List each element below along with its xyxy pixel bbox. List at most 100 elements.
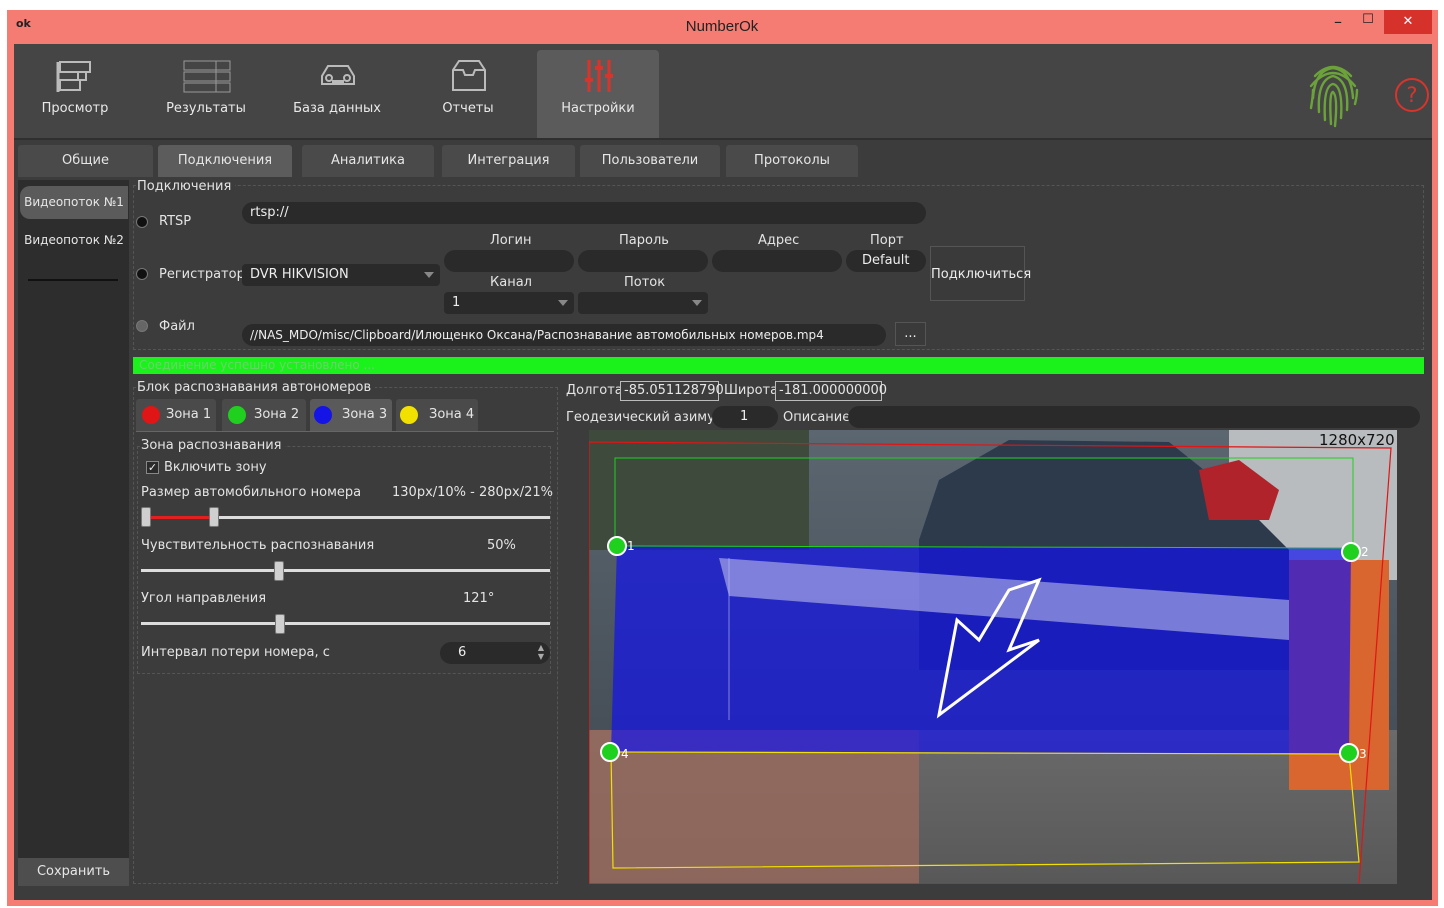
stream-label: Поток [624,275,666,290]
zone-2-color-icon [228,406,246,424]
plate-size-range-fill [146,516,214,519]
port-input[interactable]: Default [846,250,926,272]
zone-tab-4[interactable]: Зона 4 [396,399,478,431]
password-input[interactable] [578,250,708,272]
zone-tab-label: Зона 1 [166,407,212,422]
settings-sliders-icon [585,60,613,92]
minimize-button[interactable]: – [1326,12,1350,34]
video-resolution-label: 1280x720 [1319,431,1395,449]
channel-select[interactable]: 1 [444,292,574,314]
file-path-input[interactable]: //NAS_MDO/misc/Clipboard/Илющенко Оксана… [242,324,886,346]
file-radio[interactable] [136,320,148,332]
zone-point-4-label: 4 [621,747,629,761]
spin-down-icon[interactable]: ▼ [538,653,544,661]
zone-tab-1[interactable]: Зона 1 [136,399,216,431]
direction-handle[interactable] [275,614,285,634]
fingerprint-icon [1309,65,1359,128]
enable-zone-label: Включить зону [164,460,267,475]
reports-box-icon [452,60,486,91]
zone-tab-label: Зона 4 [429,407,475,422]
zone-point-3[interactable] [1339,743,1359,763]
toolbar-settings-label: Настройки [561,101,635,116]
toolbar-results-label: Результаты [166,101,246,116]
description-label: Описание [783,410,851,425]
direction-track [141,622,550,625]
recognition-group-title: Блок распознавания автономеров [137,380,376,395]
camera-icon [56,61,91,92]
plate-size-value: 130px/10% - 280px/21% [392,485,554,500]
rtsp-url-input[interactable]: rtsp:// [242,202,926,224]
rtsp-label: RTSP [159,214,192,229]
address-input[interactable] [712,250,842,272]
browse-button[interactable]: ... [895,322,926,346]
scene-trees [589,430,809,550]
login-label: Логин [490,233,532,248]
help-icon[interactable]: ? [1395,78,1429,112]
description-input[interactable] [848,406,1420,428]
video-preview[interactable]: 1 2 3 4 1280x720 [589,430,1397,884]
stream-item-2[interactable]: Видеопоток №2 [20,228,128,252]
toolbar-view-button[interactable]: Просмотр [14,50,136,138]
login-input[interactable] [444,250,574,272]
zone-tab-label: Зона 2 [254,407,300,422]
sensitivity-value: 50% [487,538,516,553]
zone-4-color-icon [400,406,418,424]
zone-point-1-label: 1 [627,539,635,553]
connection-group-title: Подключения [137,179,236,194]
plate-size-min-handle[interactable] [141,507,151,527]
port-label: Порт [870,233,904,248]
chevron-down-icon [424,272,434,278]
interval-spinbox[interactable]: 6 ▲ ▼ [440,642,550,664]
maximize-button[interactable]: ☐ [1356,12,1380,34]
tab-users[interactable]: Пользователи [580,145,720,177]
latitude-label: Широта [724,383,779,398]
zone-tab-label: Зона 3 [342,407,388,422]
stream-select[interactable] [578,292,708,314]
toolbar-reports-button[interactable]: Отчеты [407,50,529,138]
tab-integration[interactable]: Интеграция [442,145,575,177]
results-list-icon [183,60,231,93]
longitude-input[interactable]: -85.051128790 [620,381,724,401]
zone-tab-3[interactable]: Зона 3 [310,399,392,431]
zone-tab-2[interactable]: Зона 2 [222,399,306,431]
zone-point-2-label: 2 [1361,545,1369,559]
recorder-radio[interactable] [136,268,148,280]
connect-button[interactable]: Подключиться [930,246,1031,301]
zone-settings-group [137,446,551,674]
toolbar-view-label: Просмотр [41,101,109,116]
main-toolbar: Просмотр Результаты База данных Отчеты Н… [14,44,1432,140]
toolbar-settings-button[interactable]: Настройки [537,50,659,138]
azimuth-input[interactable]: 1 [712,406,778,428]
zone-3-color-icon [314,406,332,424]
stream-item-1[interactable]: Видеопоток №1 [20,186,128,219]
rtsp-radio[interactable] [136,216,148,228]
toolbar-results-button[interactable]: Результаты [145,50,267,138]
close-button[interactable]: ✕ [1384,10,1432,34]
toolbar-database-button[interactable]: База данных [276,50,398,138]
sensitivity-handle[interactable] [274,561,284,581]
tab-general[interactable]: Общие [18,145,153,177]
recorder-select[interactable]: DVR HIKVISION [242,264,440,286]
channel-select-value: 1 [452,295,461,310]
tab-protocols[interactable]: Протоколы [726,145,858,177]
zone-tabs-divider [136,431,554,432]
azimuth-label: Геодезический азимут [566,410,723,425]
save-button[interactable]: Сохранить [18,858,129,886]
direction-value: 121° [463,591,495,606]
spin-up-icon[interactable]: ▲ [538,644,544,652]
zone-point-4[interactable] [600,742,620,762]
plate-size-max-handle[interactable] [209,507,219,527]
enable-zone-checkbox[interactable]: ✓ [146,461,159,474]
zone-point-3-label: 3 [1359,747,1367,761]
zone-1-color-icon [142,406,160,424]
tab-analytics[interactable]: Аналитика [302,145,434,177]
zone-point-2[interactable] [1341,542,1361,562]
video-frame: 1 2 3 4 1280x720 [589,430,1397,884]
plate-size-label: Размер автомобильного номера [141,485,362,500]
tab-connections[interactable]: Подключения [158,145,292,177]
stream-list-panel [18,180,129,886]
latitude-input[interactable]: -181.000000000 [775,381,887,401]
interval-label: Интервал потери номера, с [141,645,330,660]
zone-point-1[interactable] [607,536,627,556]
channel-label: Канал [490,275,532,290]
